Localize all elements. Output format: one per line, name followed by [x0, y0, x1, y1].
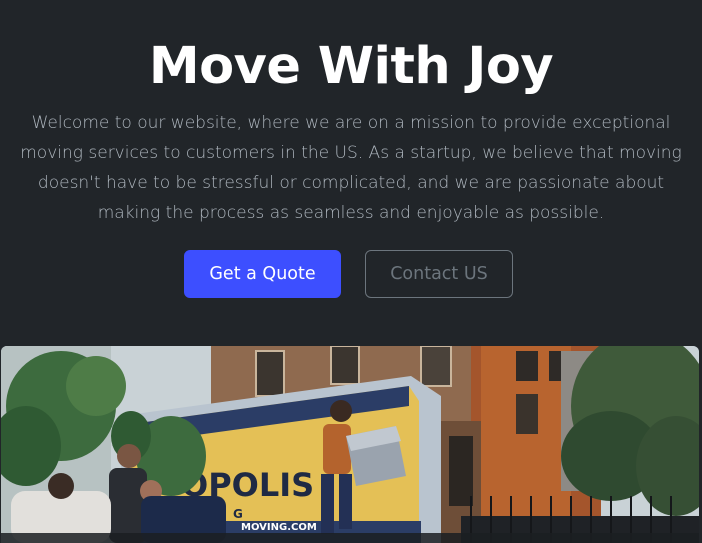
hero-title: Move With Joy: [148, 37, 554, 96]
hero-image: OPOLIS G MOVING.COM: [1, 346, 699, 543]
get-a-quote-button[interactable]: Get a Quote: [184, 250, 341, 298]
hero-lead-text: Welcome to our website, where we are on …: [20, 113, 682, 223]
moving-scene-illustration: OPOLIS G MOVING.COM: [1, 346, 699, 543]
truck-small-text: G: [233, 507, 243, 521]
contact-us-button[interactable]: Contact US: [365, 250, 513, 298]
truck-url-text: MOVING.COM: [241, 522, 317, 533]
